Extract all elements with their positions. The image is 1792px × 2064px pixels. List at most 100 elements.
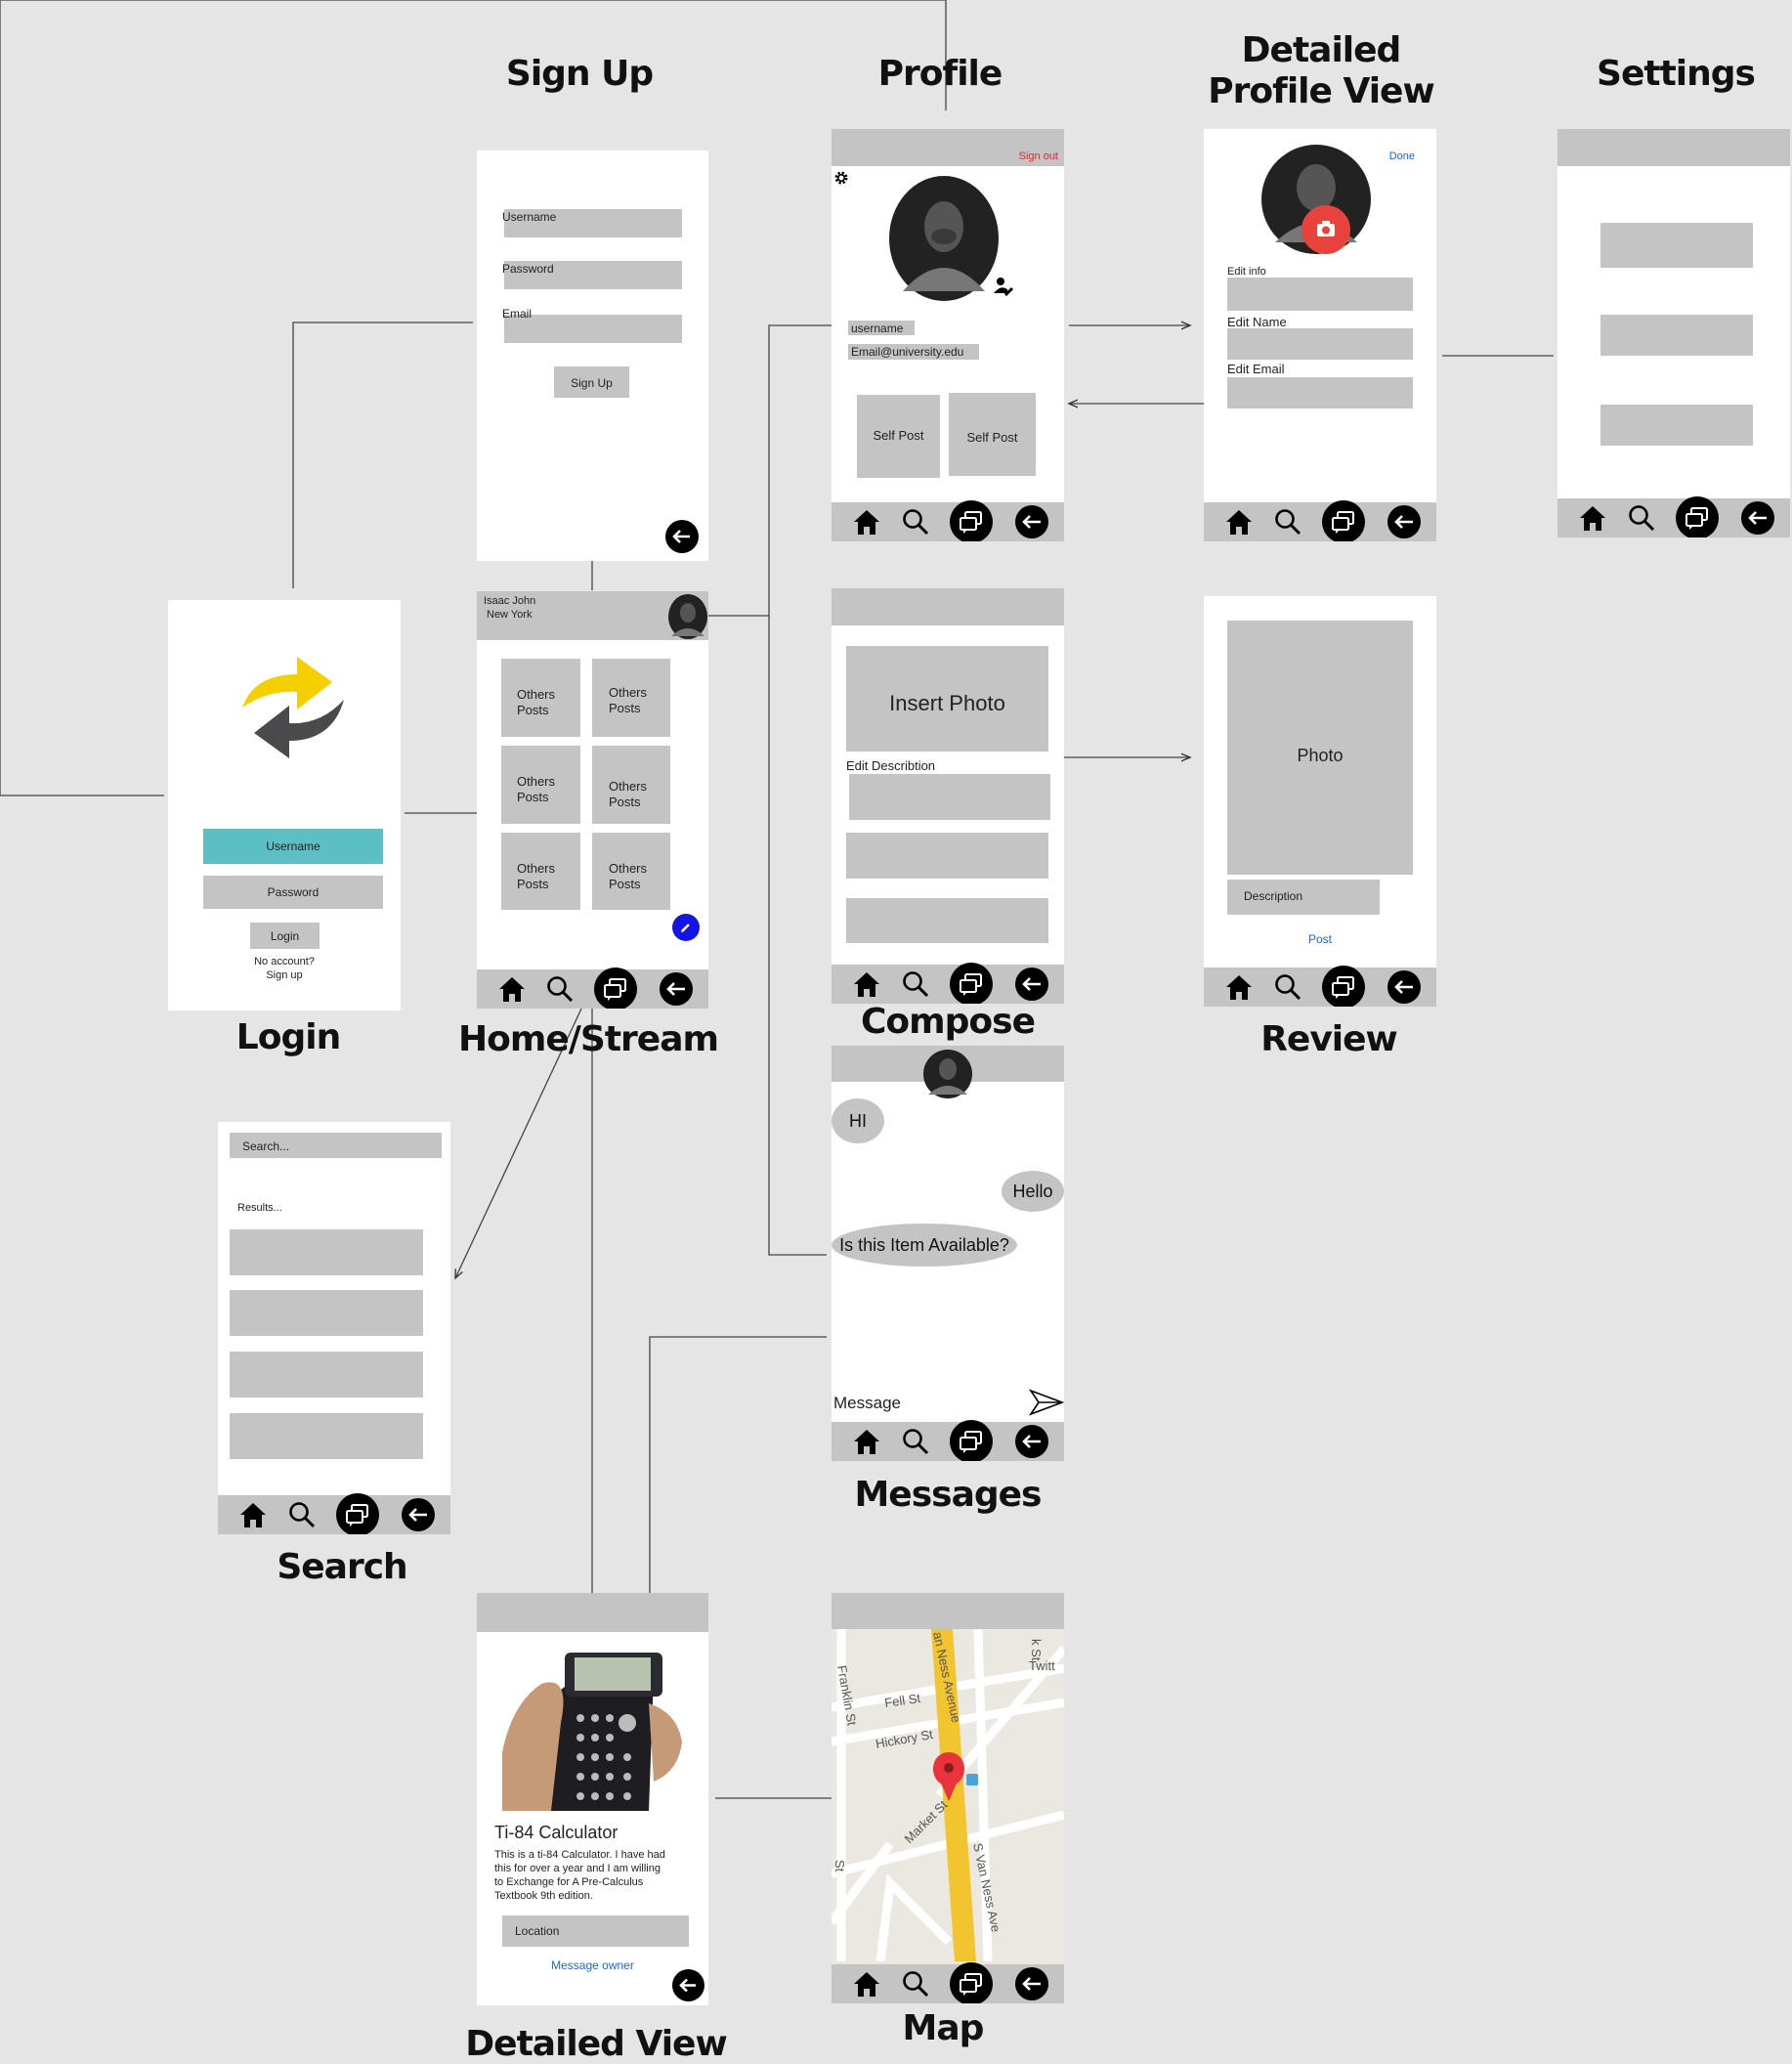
profile-screen: Sign out username Email@university.edu S… — [832, 129, 1064, 541]
search-icon[interactable] — [1273, 972, 1302, 1002]
bottom-nav — [477, 968, 708, 1009]
sign-up-link[interactable]: Sign up — [168, 969, 401, 981]
search-result[interactable] — [230, 1352, 423, 1398]
chat-bubbles-icon[interactable] — [949, 500, 993, 541]
item-description-line: this for over a year and I am willing — [494, 1863, 661, 1874]
location-button[interactable]: Location — [502, 1915, 689, 1947]
back-arrow-icon[interactable] — [401, 1498, 435, 1531]
detailed-profile-screen: Done Edit info Edit Name Edit Email — [1204, 129, 1436, 541]
bottom-nav — [832, 500, 1064, 541]
bottom-nav — [832, 1962, 1064, 2003]
search-icon[interactable] — [901, 969, 930, 999]
login-username-field[interactable]: Username — [203, 829, 383, 864]
settings-option[interactable] — [1600, 315, 1753, 356]
message-bubble-sent: Hello — [1002, 1171, 1064, 1212]
search-icon[interactable] — [287, 1500, 317, 1529]
search-icon[interactable] — [901, 1427, 930, 1456]
back-arrow-icon[interactable] — [1740, 501, 1774, 535]
login-button-label: Login — [270, 929, 300, 943]
search-icon[interactable] — [545, 974, 575, 1004]
chat-bubbles-icon[interactable] — [1675, 496, 1719, 538]
others-post-line2: Posts — [609, 877, 641, 891]
home-avatar[interactable] — [667, 593, 708, 640]
search-icon[interactable] — [901, 1969, 930, 1999]
bottom-nav — [832, 1420, 1064, 1461]
item-photo — [502, 1645, 682, 1811]
others-post-tile[interactable]: Others Posts — [592, 833, 670, 910]
message-bubble-received: Is this Item Available? — [832, 1224, 1017, 1267]
others-post-tile[interactable]: Others Posts — [501, 833, 580, 910]
chat-bubbles-icon[interactable] — [335, 1493, 379, 1534]
description-field[interactable] — [846, 898, 1048, 943]
edit-email-field[interactable] — [1227, 377, 1413, 408]
insert-photo-area[interactable]: Insert Photo — [846, 646, 1048, 752]
signup-button[interactable]: Sign Up — [554, 366, 629, 398]
home-icon[interactable] — [496, 973, 528, 1005]
back-arrow-icon[interactable] — [659, 972, 693, 1006]
done-link[interactable]: Done — [1389, 150, 1415, 162]
search-icon[interactable] — [901, 507, 930, 537]
back-arrow-icon[interactable] — [1014, 505, 1048, 538]
map-view[interactable]: an Ness Avenue k St Twitt Franklin St Fe… — [832, 1629, 1064, 1961]
chat-bubbles-icon[interactable] — [594, 968, 638, 1009]
back-arrow-icon[interactable] — [1014, 968, 1048, 1001]
others-post-tile[interactable]: Others Posts — [501, 746, 580, 824]
title-profile: Profile — [877, 54, 1003, 94]
back-arrow-icon[interactable] — [1387, 505, 1421, 538]
others-post-tile[interactable]: Others Posts — [501, 659, 580, 737]
others-post-line2: Posts — [609, 795, 641, 809]
login-button[interactable]: Login — [250, 923, 320, 949]
review-screen: Photo Description Post — [1204, 596, 1436, 1007]
camera-button[interactable] — [1301, 205, 1350, 254]
home-icon[interactable] — [851, 1426, 882, 1457]
gear-icon[interactable] — [833, 170, 849, 186]
others-post-line1: Others — [517, 774, 556, 789]
home-icon[interactable] — [1223, 506, 1255, 538]
sign-out-link[interactable]: Sign out — [1019, 150, 1058, 162]
search-icon[interactable] — [1627, 503, 1656, 533]
chat-bubbles-icon[interactable] — [949, 1420, 993, 1461]
search-icon[interactable] — [1273, 507, 1302, 537]
login-password-field[interactable]: Password — [203, 876, 383, 909]
chat-bubbles-icon[interactable] — [949, 963, 993, 1004]
signup-back-button[interactable] — [665, 520, 699, 553]
send-icon[interactable] — [1029, 1388, 1064, 1417]
others-post-tile[interactable]: Others Posts — [592, 746, 670, 824]
chat-bubbles-icon[interactable] — [1321, 500, 1365, 541]
home-icon[interactable] — [1577, 502, 1608, 534]
home-icon[interactable] — [851, 506, 882, 538]
profile-email: Email@university.edu — [851, 345, 964, 359]
search-screen: Search... Results... — [218, 1122, 450, 1534]
compose-fab[interactable] — [672, 914, 700, 941]
search-result[interactable] — [230, 1290, 423, 1336]
others-post-tile[interactable]: Others Posts — [592, 659, 670, 737]
home-icon[interactable] — [851, 1968, 882, 2000]
home-icon[interactable] — [1223, 971, 1255, 1003]
self-post-tile[interactable]: Self Post — [857, 395, 940, 478]
back-arrow-icon[interactable] — [1014, 1425, 1048, 1458]
post-button[interactable]: Post — [1204, 932, 1436, 946]
edit-info-label: Edit info — [1227, 266, 1266, 278]
home-icon[interactable] — [237, 1499, 269, 1530]
self-post-label: Self Post — [873, 428, 924, 443]
edit-name-field[interactable] — [1227, 328, 1413, 360]
chat-bubbles-icon[interactable] — [1321, 966, 1365, 1007]
back-arrow-icon[interactable] — [1387, 970, 1421, 1004]
search-input[interactable]: Search... — [230, 1133, 442, 1158]
back-arrow-icon[interactable] — [1014, 1967, 1048, 2000]
edit-person-icon[interactable] — [993, 276, 1014, 297]
search-result[interactable] — [230, 1229, 423, 1275]
description-field[interactable] — [849, 774, 1050, 820]
settings-option[interactable] — [1600, 223, 1753, 268]
message-input[interactable]: Message — [833, 1394, 901, 1413]
transit-icon — [966, 1774, 978, 1785]
search-result[interactable] — [230, 1413, 423, 1459]
settings-option[interactable] — [1600, 405, 1753, 446]
self-post-tile[interactable]: Self Post — [949, 393, 1036, 476]
detailed-view-back-button[interactable] — [672, 1969, 704, 2001]
edit-info-field[interactable] — [1227, 278, 1413, 311]
home-icon[interactable] — [851, 968, 882, 1000]
messages-contact-avatar[interactable] — [923, 1050, 972, 1098]
chat-bubbles-icon[interactable] — [949, 1962, 993, 2003]
description-field[interactable] — [846, 833, 1048, 879]
